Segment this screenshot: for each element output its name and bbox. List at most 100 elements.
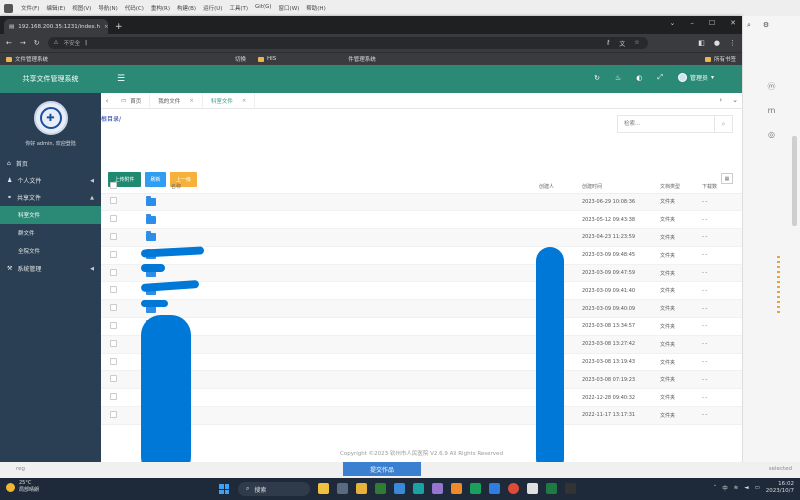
cell-name[interactable]: [127, 228, 539, 247]
close-window-button[interactable]: ✕: [730, 19, 736, 27]
taskbar-search[interactable]: ⌕ 搜索: [238, 482, 310, 496]
close-icon[interactable]: ×: [189, 98, 194, 104]
wechat-icon[interactable]: [470, 483, 481, 494]
key-icon[interactable]: ⚷: [606, 39, 610, 48]
table-row[interactable]: 2023-03-08 07:19:23 文件夹 - -: [101, 370, 742, 390]
table-row[interactable]: 2023-03-09 09:47:59 文件夹 - -: [101, 264, 742, 283]
search-input[interactable]: [618, 116, 714, 132]
battery-icon[interactable]: ▭: [755, 485, 760, 491]
reload-button[interactable]: ↻: [34, 39, 40, 47]
table-row[interactable]: 2023-03-08 13:19:43 文件夹 - -: [101, 353, 742, 372]
admin-menu[interactable]: 管理员 ▾: [677, 73, 714, 82]
ide-menu-item[interactable]: 帮助(H): [306, 4, 325, 12]
app-icon[interactable]: [527, 483, 538, 494]
col-downloads[interactable]: 下载数: [702, 181, 742, 194]
checkbox[interactable]: [110, 197, 117, 205]
chevron-down-icon[interactable]: ⌄: [732, 96, 738, 104]
chrome-icon[interactable]: [508, 483, 519, 494]
cell-name[interactable]: [127, 264, 539, 283]
gear-icon[interactable]: ⚙: [763, 21, 769, 29]
star-icon[interactable]: ☆: [634, 39, 639, 48]
table-row[interactable]: 2023-03-09 09:40:09 文件夹 - -: [101, 299, 742, 319]
minimize-button[interactable]: –: [690, 19, 694, 27]
kebab-menu-icon[interactable]: ⋮: [729, 39, 736, 47]
wifi-icon[interactable]: ≋: [734, 485, 739, 491]
hamburger-icon[interactable]: ☰: [117, 74, 125, 84]
ide-menu-item[interactable]: 代码(C): [125, 4, 144, 12]
app-icon[interactable]: [375, 483, 386, 494]
clock[interactable]: 16:02 2023/10/7: [766, 481, 794, 495]
ide-menu-item[interactable]: 文件(F): [21, 4, 39, 12]
sidebar-item-system[interactable]: ⚒ 系统管理 ◀: [0, 260, 101, 277]
bookmark-item[interactable]: 件管理系统: [348, 55, 376, 63]
sidebar-item-personal[interactable]: ♟ 个人文件 ◀: [0, 172, 101, 189]
search-icon[interactable]: ⌕: [747, 21, 751, 30]
table-row[interactable]: 2023-05-12 09:43:38 文件夹 - -: [101, 210, 742, 230]
translate-icon[interactable]: 文: [619, 39, 625, 48]
tab-close-icon[interactable]: ×: [104, 24, 109, 30]
checkbox[interactable]: [110, 232, 117, 240]
bookmark-item[interactable]: HIS: [258, 56, 276, 62]
profile-icon[interactable]: ●: [714, 39, 720, 47]
browser-tab[interactable]: ▤ 192.168.200.35:1231/index.h ×: [4, 19, 109, 34]
chevron-right-icon[interactable]: ›: [719, 96, 722, 104]
sidebar-item-home[interactable]: ⌂ 首页: [0, 155, 101, 172]
ide-menu-item[interactable]: 工具(T): [229, 4, 248, 12]
bell-icon[interactable]: ♨: [615, 74, 621, 82]
tab-home[interactable]: ▭ 首页: [113, 92, 151, 109]
checkbox[interactable]: [110, 215, 117, 223]
table-row[interactable]: 2023-03-08 13:27:42 文件夹 - -: [101, 335, 742, 354]
ide-menu-item[interactable]: 编辑(E): [46, 4, 65, 12]
panel-icon[interactable]: ⓜ: [743, 74, 800, 98]
ide-menu-item[interactable]: 窗口(W): [279, 4, 300, 12]
col-type[interactable]: 文档类型: [660, 181, 702, 194]
bookmark-item[interactable]: 文件管理系统: [6, 55, 48, 63]
app-icon[interactable]: [318, 483, 329, 494]
ide-menu-item[interactable]: 重构(R): [151, 4, 170, 12]
folder-app-icon[interactable]: [356, 483, 367, 494]
sidebar-subitem-group[interactable]: 群文件: [0, 224, 101, 242]
speaker-icon[interactable]: ◄: [744, 485, 748, 491]
chevron-left-icon[interactable]: ‹: [101, 97, 113, 105]
checkbox[interactable]: [110, 410, 117, 418]
checkbox[interactable]: [110, 339, 117, 347]
fullscreen-icon[interactable]: ⤢: [657, 73, 663, 82]
col-creator[interactable]: 创建人: [539, 181, 582, 194]
checkbox[interactable]: [110, 182, 117, 190]
sidebar-subitem-dept[interactable]: 科室文件: [0, 206, 101, 224]
sidebar-item-shared[interactable]: ⚭ 共享文件 ▲: [0, 189, 101, 206]
new-tab-button[interactable]: +: [115, 22, 123, 32]
ide-menu-item[interactable]: 构建(B): [177, 4, 196, 12]
ime-indicator[interactable]: 中: [722, 484, 728, 492]
checkbox[interactable]: [110, 304, 117, 312]
checkbox[interactable]: [110, 250, 117, 258]
checkbox[interactable]: [110, 357, 117, 365]
bookmark-item[interactable]: 切换: [235, 55, 246, 63]
table-row[interactable]: 2023-06-29 10:08:36 文件夹 - -: [101, 193, 742, 212]
col-created[interactable]: 创建时间: [582, 181, 660, 194]
app-icon[interactable]: [489, 483, 500, 494]
checkbox[interactable]: [110, 321, 117, 329]
theme-icon[interactable]: ◐: [636, 74, 642, 82]
ide-menu-item[interactable]: 视图(V): [72, 4, 91, 12]
maximize-button[interactable]: ☐: [709, 19, 715, 27]
checkbox[interactable]: [110, 393, 117, 401]
table-row[interactable]: 2023-04-23 11:23:59 文件夹 - -: [101, 228, 742, 247]
app-icon[interactable]: [432, 483, 443, 494]
table-row[interactable]: 2022-11-17 13:17:31 文件夹 - -: [101, 406, 742, 425]
col-name[interactable]: 名称: [127, 181, 539, 194]
weather-widget[interactable]: 25°C 局部晴朗: [6, 480, 39, 494]
all-bookmarks[interactable]: 所有书签: [704, 55, 736, 63]
ide-menu-item[interactable]: 运行(U): [203, 4, 222, 12]
cell-name[interactable]: [127, 299, 539, 319]
table-row[interactable]: 2022-12-28 09:40:32 文件夹 - -: [101, 388, 742, 408]
checkbox[interactable]: [110, 375, 117, 383]
tab-my-files[interactable]: 我的文件 ×: [150, 92, 203, 109]
table-row[interactable]: 2023-03-08 13:34:57 文件夹 - -: [101, 317, 742, 336]
ide-menu-item[interactable]: 导航(N): [98, 4, 117, 12]
app-icon[interactable]: [451, 483, 462, 494]
sidebar-subitem-hospital[interactable]: 全院文件: [0, 242, 101, 260]
checkbox[interactable]: [110, 268, 117, 276]
panel-icon[interactable]: m: [743, 98, 800, 122]
cell-name[interactable]: [127, 210, 539, 230]
